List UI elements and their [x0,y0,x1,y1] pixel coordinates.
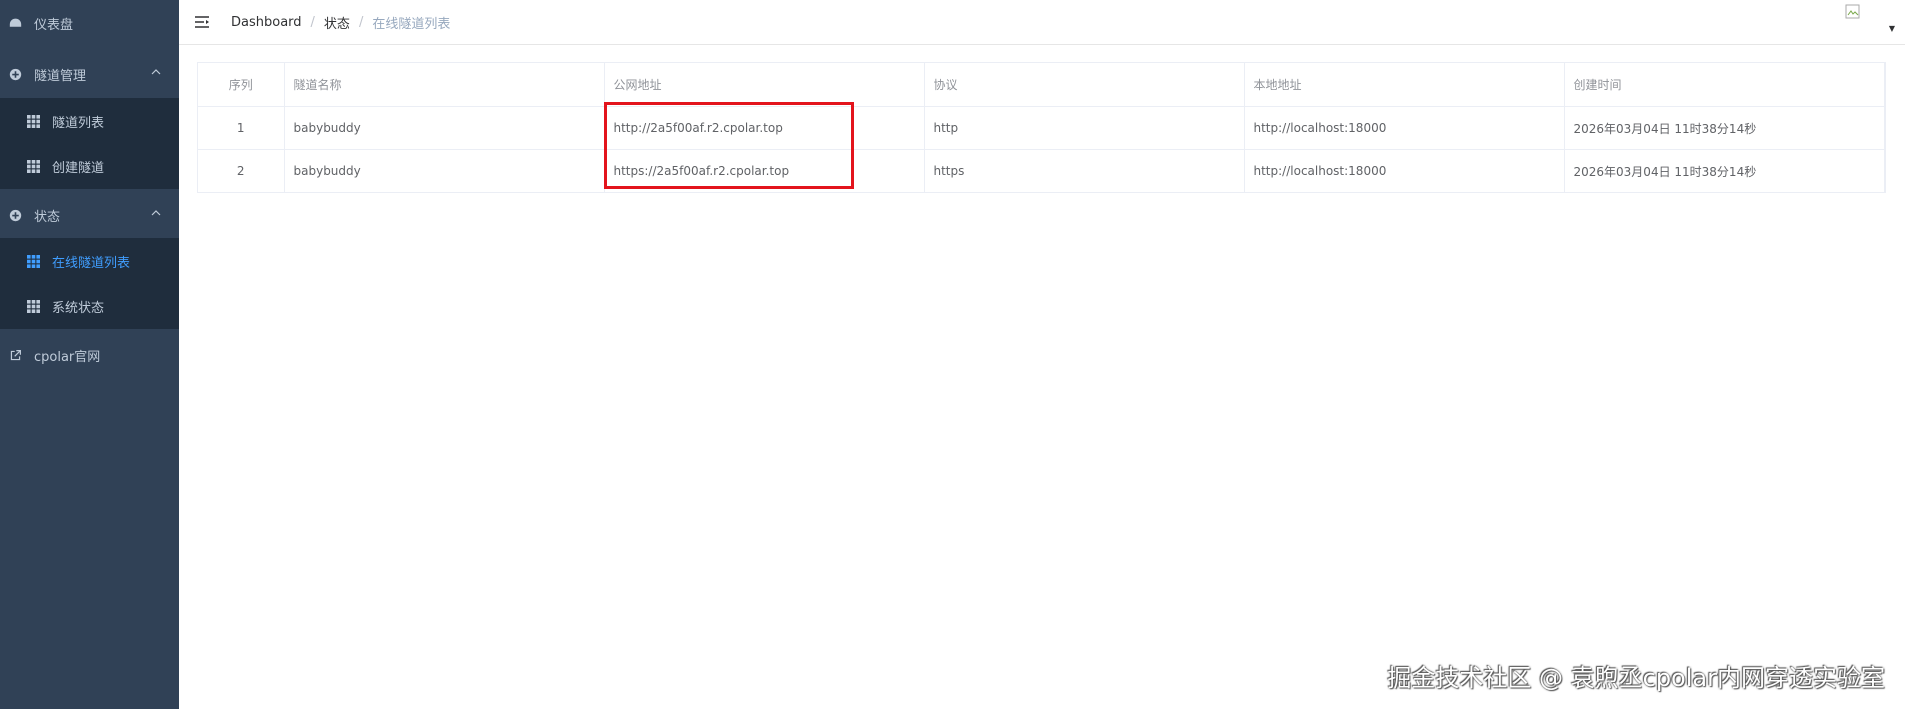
sidebar-item-label: 隧道管理 [34,68,87,84]
breadcrumb-separator: / [358,14,364,30]
sidebar-item-create-tunnel[interactable]: 创建隧道 [0,143,179,189]
cell-created-time: 2026年03月04日 11时38分14秒 [1564,149,1885,193]
sidebar-item-label: 在线隧道列表 [52,255,131,271]
sidebar-item-tunnel-mgmt[interactable]: 隧道管理 [0,51,179,97]
chevron-up-icon [151,66,161,81]
breadcrumb-dashboard[interactable]: Dashboard [231,15,302,30]
dashboard-icon [8,16,22,30]
column-header-name: 隧道名称 [284,63,605,107]
navbar: Dashboard / 状态 / 在线隧道列表 ▼ [179,0,1905,45]
sidebar-item-tunnel-list[interactable]: 隧道列表 [0,98,179,144]
grid-icon [27,114,40,128]
grid-icon [27,254,40,268]
sidebar: 仪表盘 隧道管理 隧道列表 创建隧道 状态 在线隧道列表 系统状态 cpolar… [0,0,179,709]
cell-name: babybuddy [284,149,605,193]
table-row: 2 babybuddy https://2a5f00af.r2.cpolar.t… [198,149,1885,193]
sidebar-item-label: 系统状态 [52,300,105,316]
avatar[interactable] [1845,4,1865,24]
grid-icon [27,299,40,313]
sidebar-item-label: cpolar官网 [34,349,101,365]
sidebar-item-system-status[interactable]: 系统状态 [0,283,179,329]
sidebar-item-label: 仪表盘 [34,17,74,33]
grid-icon [27,159,40,173]
column-header-local-address: 本地地址 [1244,63,1565,107]
cell-local-address: http://localhost:18000 [1244,149,1565,193]
sidebar-item-online-tunnels[interactable]: 在线隧道列表 [0,238,179,284]
external-link-icon [8,348,22,362]
sidebar-item-dashboard[interactable]: 仪表盘 [0,0,179,46]
chevron-up-icon [151,207,161,222]
breadcrumb-current: 在线隧道列表 [372,16,451,32]
sidebar-item-label: 状态 [34,209,61,225]
watermark: 掘金技术社区 @ 袁煦丞cpolar内网穿透实验室 [1387,664,1885,692]
table-row: 1 babybuddy http://2a5f00af.r2.cpolar.to… [198,106,1885,150]
hamburger-icon[interactable] [194,14,210,30]
circle-plus-icon [8,67,22,81]
sidebar-item-label: 创建隧道 [52,160,105,176]
breadcrumb-status[interactable]: 状态 [324,13,350,32]
highlight-box [604,102,854,189]
sidebar-item-website[interactable]: cpolar官网 [0,332,179,378]
tunnel-table: 序列 隧道名称 公网地址 协议 本地地址 创建时间 1 babybuddy ht… [197,62,1886,193]
table-header-row: 序列 隧道名称 公网地址 协议 本地地址 创建时间 [198,63,1885,107]
cell-protocol: http [924,106,1245,150]
cell-created-time: 2026年03月04日 11时38分14秒 [1564,106,1885,150]
caret-down-icon[interactable]: ▼ [1889,24,1895,33]
breadcrumb-separator: / [310,14,315,30]
cell-local-address: http://localhost:18000 [1244,106,1565,150]
cell-protocol: https [924,149,1245,193]
cell-index: 1 [198,106,285,150]
column-header-created-time: 创建时间 [1564,63,1885,107]
sidebar-item-status[interactable]: 状态 [0,192,179,238]
column-header-protocol: 协议 [924,63,1245,107]
cell-name: babybuddy [284,106,605,150]
cell-index: 2 [198,149,285,193]
sidebar-item-label: 隧道列表 [52,115,105,131]
column-header-index: 序列 [198,63,285,107]
circle-plus-icon [8,208,22,222]
column-header-public-url: 公网地址 [604,63,925,107]
